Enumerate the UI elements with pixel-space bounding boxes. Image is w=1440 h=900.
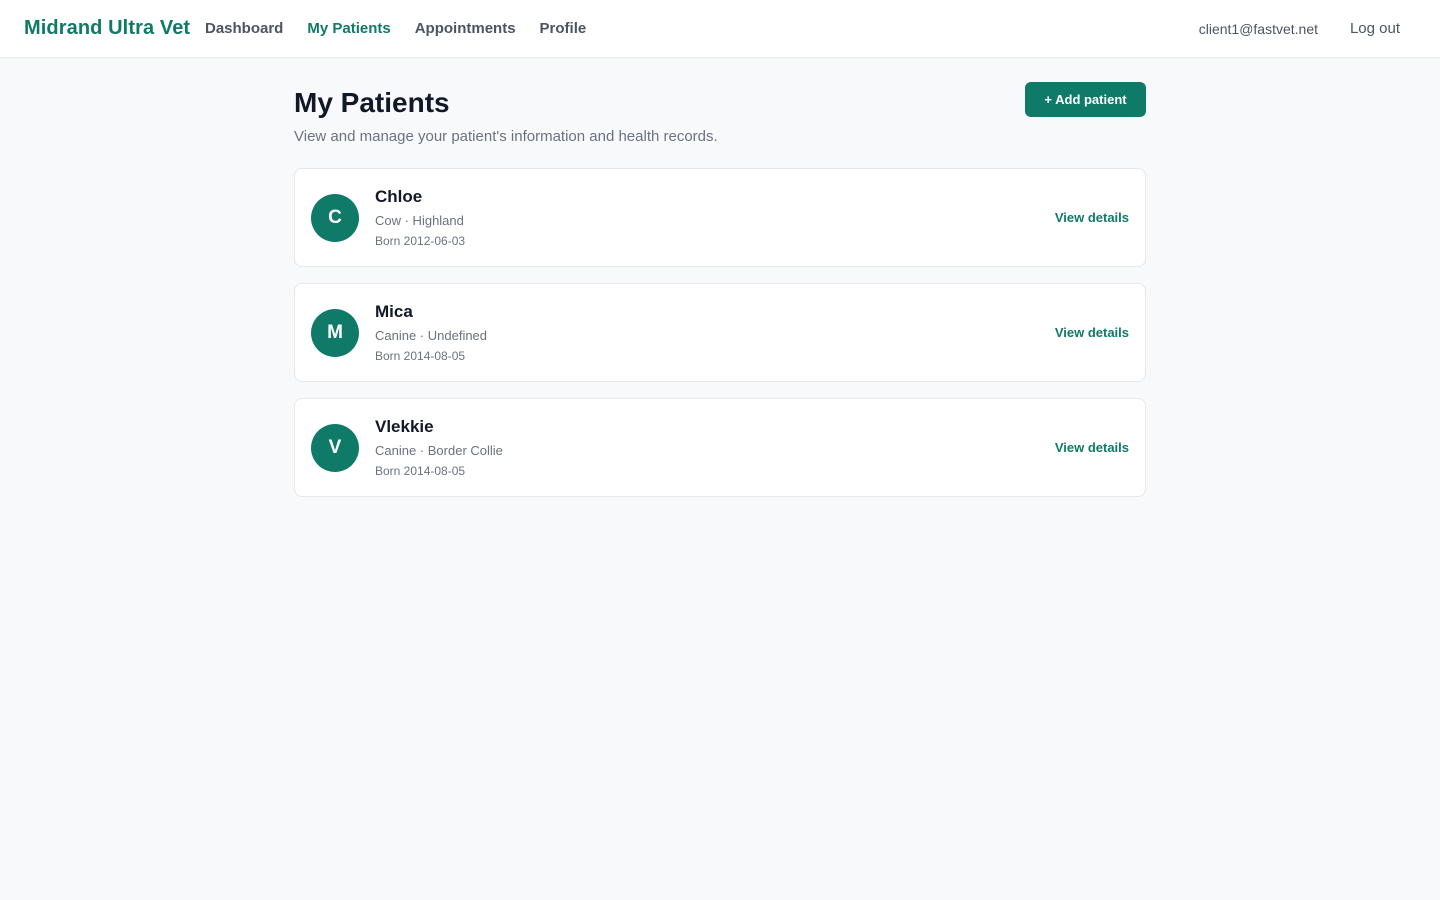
main-nav: Dashboard My Patients Appointments Profi… — [205, 20, 586, 37]
nav-my-patients[interactable]: My Patients — [307, 20, 390, 37]
avatar: V — [311, 424, 359, 472]
patient-name: Vlekkie — [375, 417, 434, 436]
page-subtitle: View and manage your patient's informati… — [294, 128, 718, 145]
logout-button[interactable]: Log out — [1350, 20, 1400, 37]
patient-species-breed: Canine · Undefined — [375, 328, 488, 343]
nav-profile[interactable]: Profile — [540, 20, 587, 37]
add-patient-button[interactable]: + Add patient — [1025, 82, 1146, 117]
top-navbar: Midrand Ultra Vet Dashboard My Patients … — [0, 0, 1440, 58]
patient-born-date: Born 2014-08-05 — [375, 464, 466, 478]
patient-born-date: Born 2012-06-03 — [375, 234, 466, 248]
view-details-link[interactable]: View details — [1055, 325, 1129, 340]
nav-dashboard[interactable]: Dashboard — [205, 20, 283, 37]
patient-name: Chloe — [375, 187, 423, 206]
avatar: M — [311, 309, 359, 357]
brand-logo[interactable]: Midrand Ultra Vet — [24, 17, 190, 40]
patient-species-breed: Cow · Highland — [375, 213, 464, 228]
nav-appointments[interactable]: Appointments — [415, 20, 516, 37]
user-email: client1@fastvet.net — [1198, 21, 1318, 37]
patient-info: Mica Canine · Undefined Born 2014-08-05 — [375, 302, 487, 363]
patient-species-breed: Canine · Border Collie — [375, 443, 503, 458]
patient-card: V Vlekkie Canine · Border Collie Born 20… — [294, 398, 1146, 497]
patient-card: C Chloe Cow · Highland Born 2012-06-03 V… — [294, 168, 1146, 267]
patient-card: M Mica Canine · Undefined Born 2014-08-0… — [294, 283, 1146, 382]
patient-born-date: Born 2014-08-05 — [375, 349, 466, 363]
patient-info: Vlekkie Canine · Border Collie Born 2014… — [375, 417, 503, 478]
view-details-link[interactable]: View details — [1055, 440, 1129, 455]
main-content: My Patients View and manage your patient… — [294, 82, 1146, 497]
avatar: C — [311, 194, 359, 242]
patient-list: C Chloe Cow · Highland Born 2012-06-03 V… — [294, 168, 1146, 513]
view-details-link[interactable]: View details — [1055, 210, 1129, 225]
patient-name: Mica — [375, 302, 413, 321]
patient-info: Chloe Cow · Highland Born 2012-06-03 — [375, 187, 465, 248]
page-title: My Patients — [294, 87, 450, 118]
